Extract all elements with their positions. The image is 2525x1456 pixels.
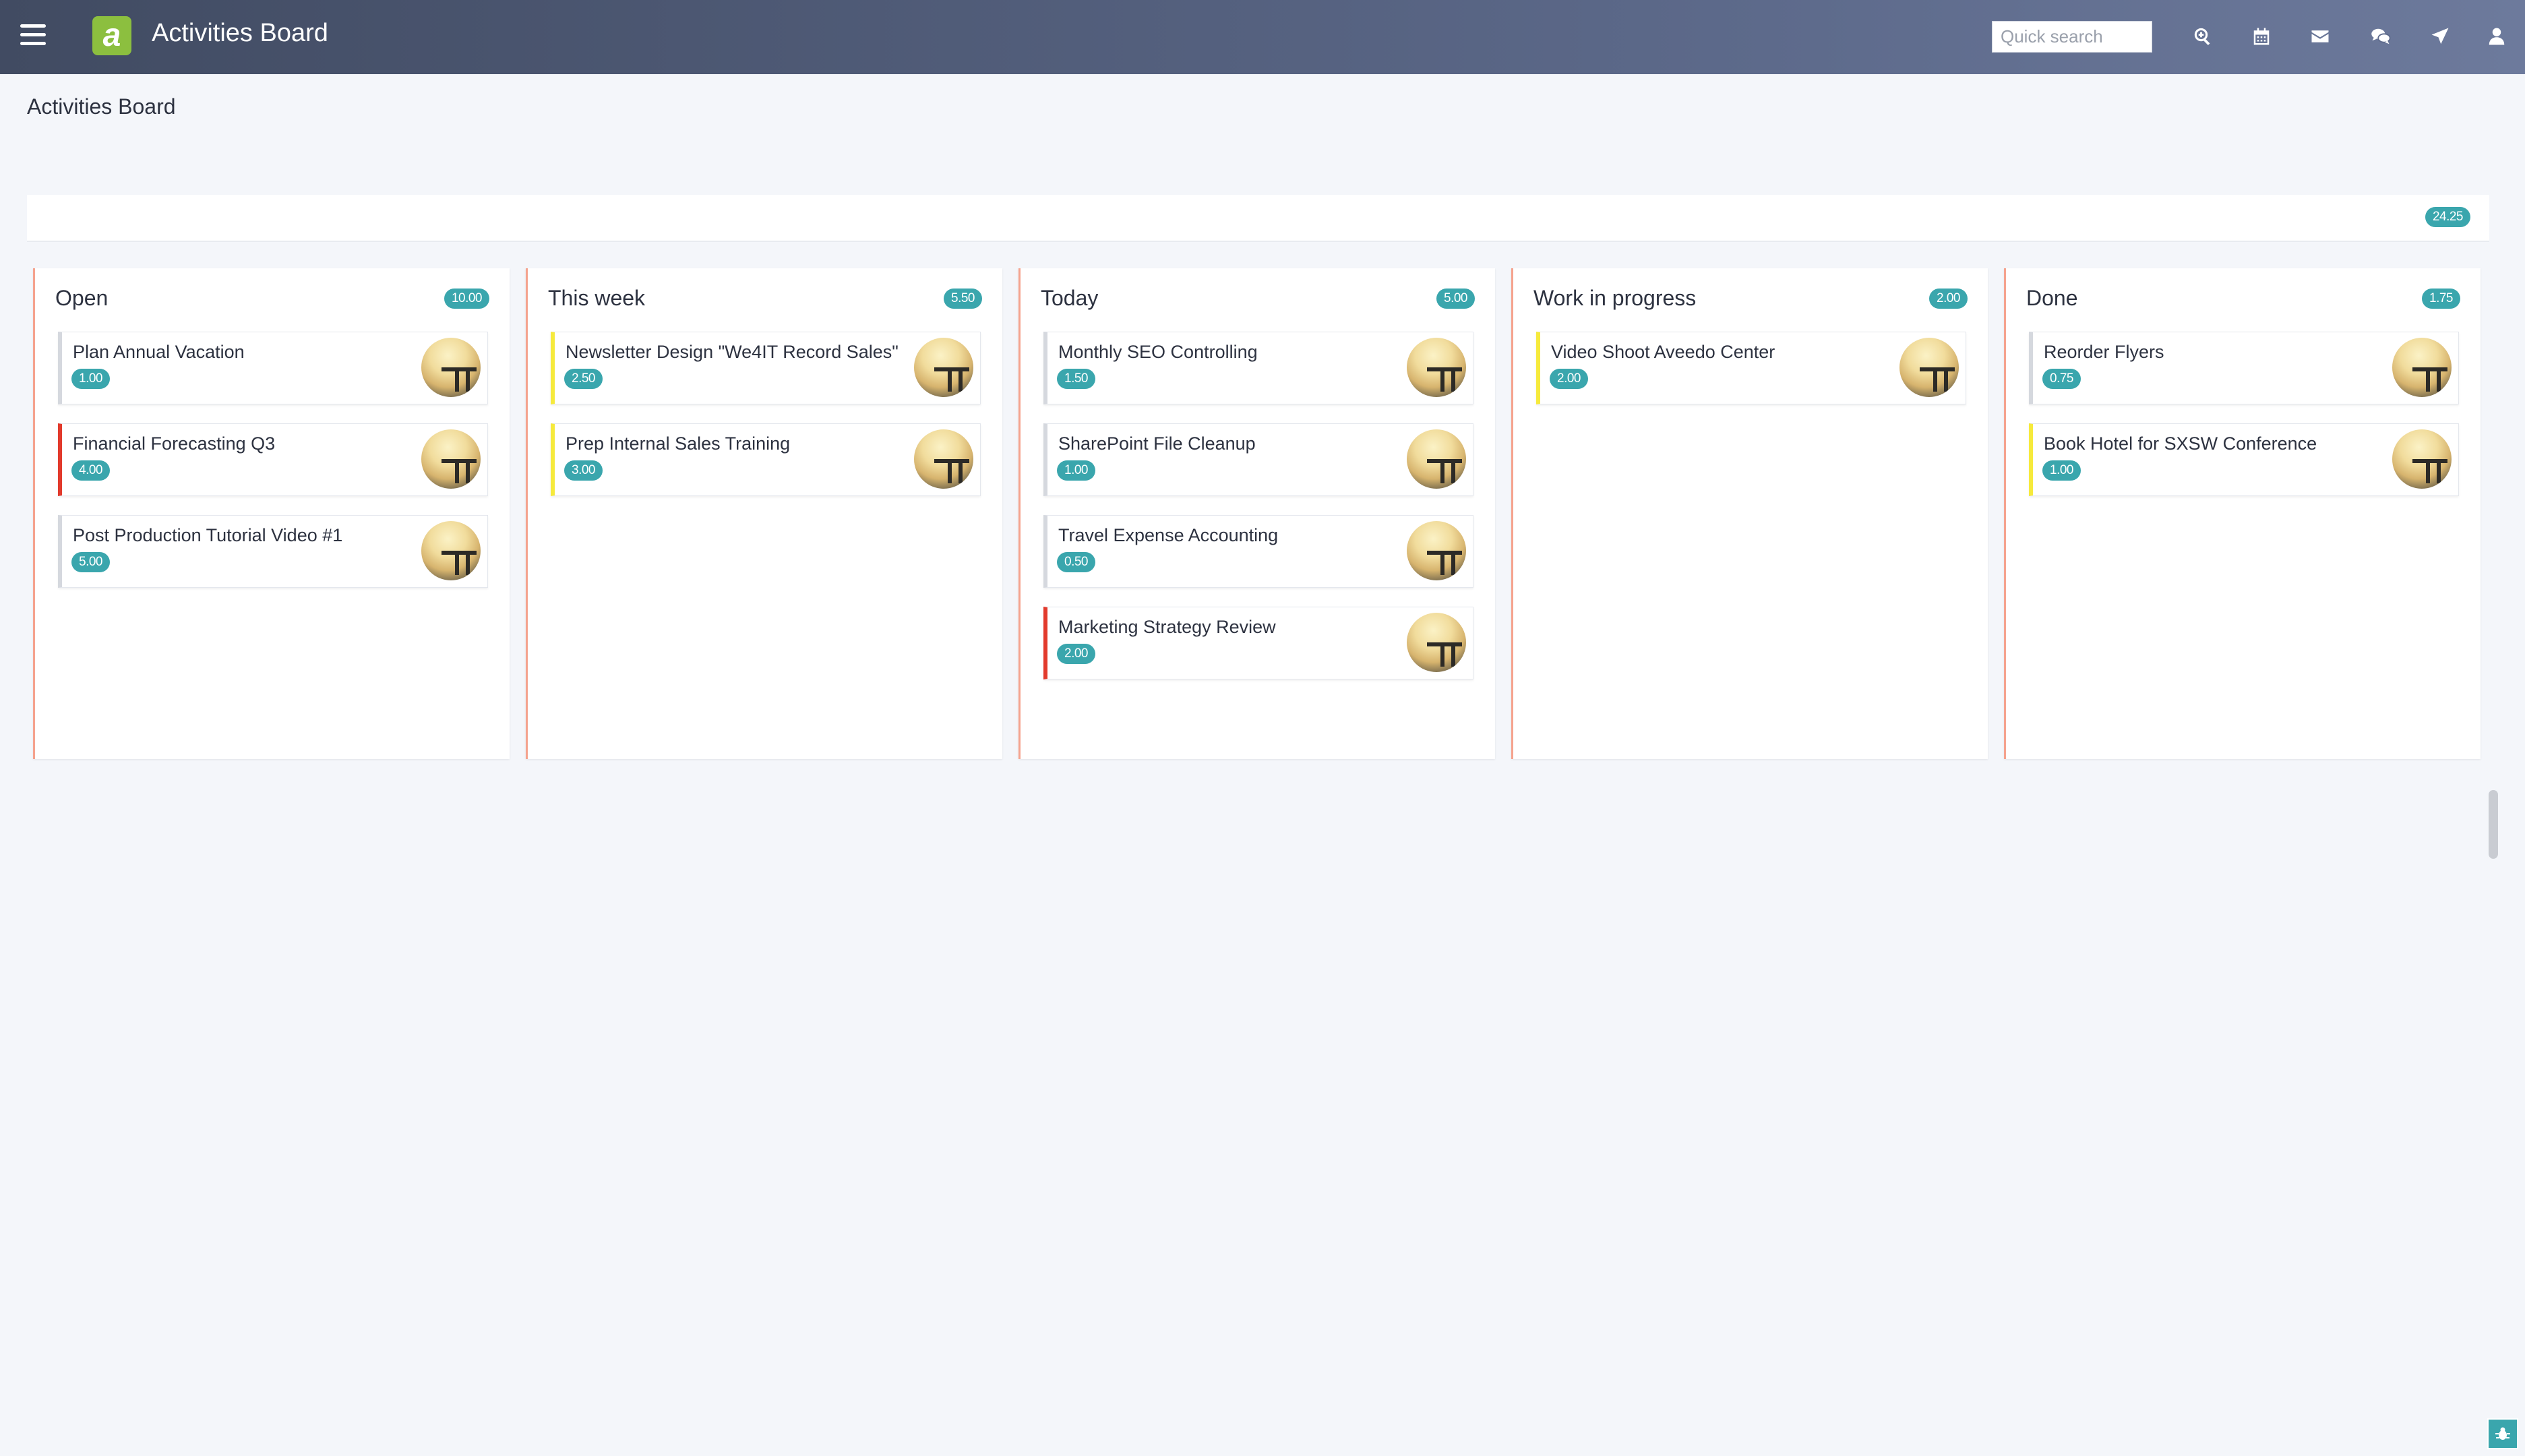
- scrollbar-thumb[interactable]: [2489, 790, 2498, 859]
- activity-card[interactable]: Post Production Tutorial Video #1 5.00: [58, 515, 488, 588]
- card-hours-badge: 0.50: [1057, 552, 1095, 572]
- avatar: [914, 429, 973, 489]
- column-total-badge: 5.50: [944, 289, 982, 309]
- card-hours-badge: 1.00: [2042, 460, 2081, 481]
- rocket-icon[interactable]: [2425, 22, 2455, 51]
- card-title: Post Production Tutorial Video #1: [73, 525, 343, 545]
- activity-card[interactable]: Reorder Flyers 0.75: [2029, 332, 2459, 404]
- activity-card[interactable]: Newsletter Design "We4IT Record Sales" 2…: [551, 332, 981, 404]
- card-title: Prep Internal Sales Training: [566, 433, 791, 454]
- column-total-badge: 2.00: [1929, 289, 1968, 309]
- activity-card[interactable]: Monthly SEO Controlling 1.50: [1043, 332, 1473, 404]
- column-total-badge: 5.00: [1436, 289, 1475, 309]
- activity-card[interactable]: Plan Annual Vacation 1.00: [58, 332, 488, 404]
- activity-card[interactable]: Prep Internal Sales Training 3.00: [551, 423, 981, 496]
- card-title: Reorder Flyers: [2044, 342, 2164, 362]
- activity-card[interactable]: SharePoint File Cleanup 1.00: [1043, 423, 1473, 496]
- card-hours-badge: 1.50: [1057, 369, 1095, 389]
- calendar-icon[interactable]: [2247, 22, 2276, 51]
- mail-icon[interactable]: [2305, 22, 2335, 51]
- column-title: Today: [1041, 286, 1099, 310]
- activity-card[interactable]: Travel Expense Accounting 0.50: [1043, 515, 1473, 588]
- card-hours-badge: 4.00: [71, 460, 110, 481]
- menu-icon[interactable]: [20, 24, 46, 49]
- card-hours-badge: 1.00: [1057, 460, 1095, 481]
- column-title: This week: [548, 286, 646, 310]
- card-title: Financial Forecasting Q3: [73, 433, 276, 454]
- card-hours-badge: 2.00: [1057, 644, 1095, 664]
- card-title: Plan Annual Vacation: [73, 342, 245, 362]
- card-title: Book Hotel for SXSW Conference: [2044, 433, 2317, 454]
- card-hours-badge: 2.00: [1550, 369, 1588, 389]
- card-title: Video Shoot Aveedo Center: [1551, 342, 1775, 362]
- card-title: Marketing Strategy Review: [1058, 617, 1276, 637]
- user-icon[interactable]: [2482, 22, 2512, 51]
- avatar: [1407, 521, 1466, 580]
- app-logo[interactable]: a: [92, 16, 131, 55]
- page-title: Activities Board: [27, 94, 176, 119]
- chat-icon[interactable]: [2366, 22, 2396, 51]
- activity-card[interactable]: Video Shoot Aveedo Center 2.00: [1536, 332, 1966, 404]
- avatar: [1407, 338, 1466, 397]
- card-hours-badge: 5.00: [71, 552, 110, 572]
- activity-card[interactable]: Marketing Strategy Review 2.00: [1043, 607, 1473, 679]
- column-title: Work in progress: [1533, 286, 1697, 310]
- column-this-week: This week 5.50 Newsletter Design "We4IT …: [526, 268, 1002, 759]
- total-hours-badge: 24.25: [2425, 207, 2470, 227]
- top-navigation-bar: a Activities Board: [0, 0, 2525, 74]
- avatar: [1899, 338, 1959, 397]
- column-done: Done 1.75 Reorder Flyers 0.75 Book Hotel…: [2004, 268, 2481, 759]
- column-title: Open: [55, 286, 109, 310]
- card-title: Monthly SEO Controlling: [1058, 342, 1258, 362]
- avatar: [914, 338, 973, 397]
- card-hours-badge: 2.50: [564, 369, 603, 389]
- card-title: Travel Expense Accounting: [1058, 525, 1279, 545]
- avatar: [421, 521, 481, 580]
- column-title: Done: [2026, 286, 2078, 310]
- column-total-badge: 1.75: [2422, 289, 2460, 309]
- card-hours-badge: 0.75: [2042, 369, 2081, 389]
- app-title: Activities Board: [152, 19, 328, 47]
- column-open: Open 10.00 Plan Annual Vacation 1.00 Fin…: [33, 268, 510, 759]
- column-total-badge: 10.00: [444, 289, 489, 309]
- card-title: Newsletter Design "We4IT Record Sales": [566, 342, 899, 362]
- bug-report-icon[interactable]: [2487, 1418, 2518, 1449]
- avatar: [421, 338, 481, 397]
- column-work-in-progress: Work in progress 2.00 Video Shoot Aveedo…: [1511, 268, 1988, 759]
- activity-card[interactable]: Book Hotel for SXSW Conference 1.00: [2029, 423, 2459, 496]
- avatar: [1407, 429, 1466, 489]
- column-today: Today 5.00 Monthly SEO Controlling 1.50 …: [1018, 268, 1495, 759]
- avatar: [1407, 613, 1466, 672]
- avatar: [2392, 338, 2452, 397]
- card-title: SharePoint File Cleanup: [1058, 433, 1256, 454]
- activity-card[interactable]: Financial Forecasting Q3 4.00: [58, 423, 488, 496]
- card-hours-badge: 1.00: [71, 369, 110, 389]
- board-summary-bar: 24.25: [27, 195, 2489, 242]
- avatar: [2392, 429, 2452, 489]
- card-hours-badge: 3.00: [564, 460, 603, 481]
- avatar: [421, 429, 481, 489]
- quick-search-input[interactable]: [1992, 21, 2152, 53]
- search-icon[interactable]: [2188, 22, 2218, 51]
